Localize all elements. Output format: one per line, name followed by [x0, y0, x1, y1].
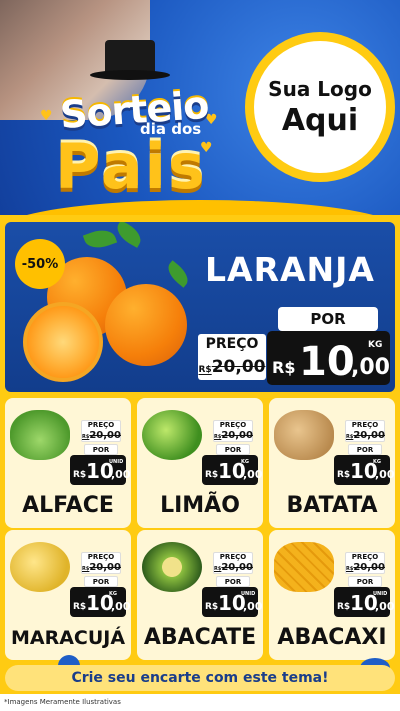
product-card-abacate[interactable]: PREÇO R$20,00 POR R$ 10 UNID ,00 ABACATE: [137, 530, 263, 660]
old-price-tag: PREÇO R$20,00: [345, 552, 385, 574]
logo-placeholder[interactable]: Sua Logo Aqui: [245, 32, 395, 182]
old-price: R$20,00: [214, 430, 253, 441]
product-card-maracujá[interactable]: PREÇO R$20,00 POR R$ 10 KG ,00 MARACUJÁ: [5, 530, 131, 660]
price-unit: UNID: [109, 459, 124, 465]
old-price: R$20,00: [214, 562, 253, 573]
featured-price-tag: R$ 10 KG ,00: [267, 331, 390, 385]
featured-old-price-box: PREÇO R$20,00: [198, 334, 266, 382]
featured-old-price: R$20,00: [198, 354, 266, 380]
avocado-icon: [142, 542, 202, 592]
price-unit: UNID: [241, 591, 256, 597]
preco-label: PREÇO: [219, 421, 247, 429]
orange-slice-icon: [23, 302, 103, 382]
old-price-tag: PREÇO R$20,00: [81, 420, 121, 442]
logo-line-1: Sua Logo: [268, 76, 372, 101]
product-name: ABACATE: [143, 625, 257, 650]
discount-badge: -50%: [15, 239, 65, 289]
product-name: MARACUJÁ: [10, 627, 126, 649]
product-card-limão[interactable]: PREÇO R$20,00 POR R$ 10 KG ,00 LIMÃO: [137, 398, 263, 528]
leaf-icon: [112, 222, 146, 248]
price-decimal: ,00: [243, 468, 263, 481]
currency-symbol: R$: [272, 358, 296, 377]
product-card-alface[interactable]: PREÇO R$20,00 POR R$ 10 UNID ,00 ALFACE: [5, 398, 131, 528]
old-price: R$20,00: [346, 430, 385, 441]
preco-label: PREÇO: [219, 553, 247, 561]
orange-icon: [105, 284, 187, 366]
old-price: R$20,00: [346, 562, 385, 573]
price-tag: R$ 10 UNID ,00: [334, 587, 395, 617]
potato-icon: [274, 410, 334, 460]
cta-banner[interactable]: Crie seu encarte com este tema!: [5, 665, 395, 691]
title-pais: Pais: [55, 130, 207, 203]
old-price-tag: PREÇO R$20,00: [81, 552, 121, 574]
price-unit: UNID: [373, 591, 388, 597]
featured-preco-label: PREÇO: [198, 334, 266, 354]
currency-symbol: R$: [73, 602, 87, 612]
hero-banner: ♥ ♥ ♥ Sorteio dia dos Pais Sua Logo Aqui: [0, 0, 400, 225]
price-integer: 10: [299, 339, 355, 385]
currency-symbol: R$: [337, 470, 351, 480]
passion-fruit-icon: [10, 542, 70, 592]
price-unit: KG: [241, 459, 249, 465]
price-decimal: ,00: [111, 600, 131, 613]
price-decimal: ,00: [111, 468, 131, 481]
old-price: R$20,00: [82, 562, 121, 573]
featured-por-label: POR: [278, 307, 378, 331]
featured-product-name: LARANJA: [205, 250, 375, 289]
old-price: R$20,00: [82, 430, 121, 441]
product-name: ABACAXI: [277, 625, 387, 650]
price-tag: R$ 10 UNID ,00: [70, 455, 131, 485]
price-decimal: ,00: [375, 468, 395, 481]
por-label: POR: [348, 576, 382, 587]
por-label: POR: [216, 444, 250, 455]
flyer-page: ♥ ♥ ♥ Sorteio dia dos Pais Sua Logo Aqui…: [0, 0, 400, 711]
preco-label: PREÇO: [87, 421, 115, 429]
currency-symbol: R$: [205, 602, 219, 612]
heart-icon: ♥: [40, 108, 53, 124]
price-decimal: ,00: [351, 355, 390, 380]
currency-symbol: R$: [73, 470, 87, 480]
price-tag: R$ 10 KG ,00: [334, 455, 395, 485]
lime-icon: [142, 410, 202, 460]
preco-label: PREÇO: [351, 553, 379, 561]
lettuce-icon: [10, 410, 70, 460]
product-name: LIMÃO: [160, 493, 240, 518]
price-unit: KG: [368, 340, 383, 350]
currency-symbol: R$: [337, 602, 351, 612]
por-label: POR: [216, 576, 250, 587]
price-decimal: ,00: [375, 600, 395, 613]
leaf-icon: [82, 225, 118, 253]
preco-label: PREÇO: [87, 553, 115, 561]
por-label: POR: [84, 444, 118, 455]
product-card-abacaxi[interactable]: PREÇO R$20,00 POR R$ 10 UNID ,00 ABACAXI: [269, 530, 395, 660]
currency-symbol: R$: [205, 470, 219, 480]
pineapple-icon: [274, 542, 334, 592]
old-price-tag: PREÇO R$20,00: [345, 420, 385, 442]
disclaimer-text: *Imagens Meramente Ilustrativas: [4, 698, 121, 706]
logo-line-2: Aqui: [281, 102, 359, 138]
por-label: POR: [84, 576, 118, 587]
por-label: POR: [348, 444, 382, 455]
product-name: ALFACE: [22, 493, 114, 518]
product-name: BATATA: [286, 493, 378, 518]
price-decimal: ,00: [243, 600, 263, 613]
price-tag: R$ 10 KG ,00: [202, 455, 263, 485]
product-card-batata[interactable]: PREÇO R$20,00 POR R$ 10 KG ,00 BATATA: [269, 398, 395, 528]
old-price-tag: PREÇO R$20,00: [213, 420, 253, 442]
price-unit: KG: [373, 459, 381, 465]
top-hat-icon: [90, 40, 170, 80]
preco-label: PREÇO: [351, 421, 379, 429]
price-tag: R$ 10 UNID ,00: [202, 587, 263, 617]
price-unit: KG: [109, 591, 117, 597]
old-price-tag: PREÇO R$20,00: [213, 552, 253, 574]
price-tag: R$ 10 KG ,00: [70, 587, 131, 617]
leaf-icon: [163, 260, 193, 288]
